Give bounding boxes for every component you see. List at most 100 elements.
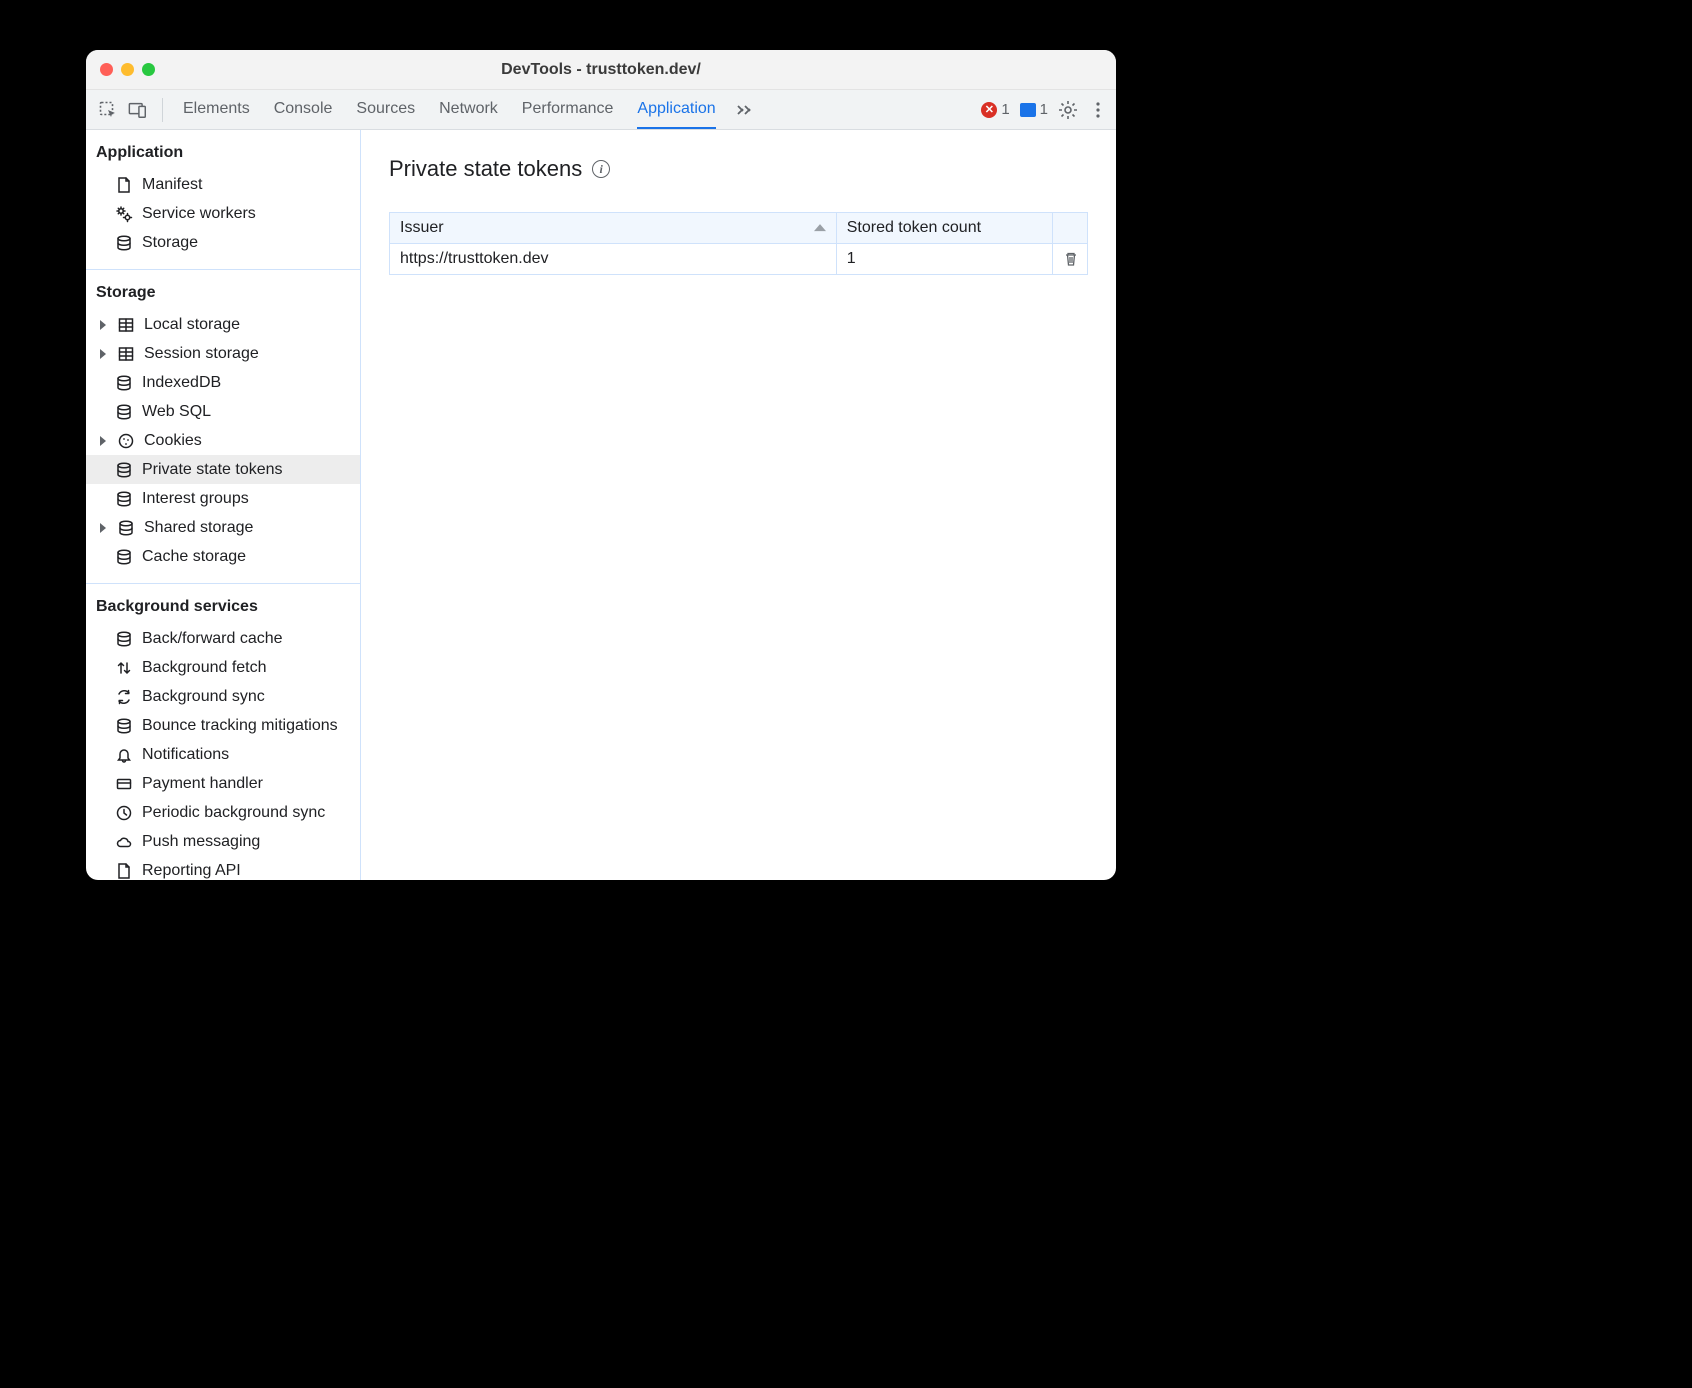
sidebar-item-label: Shared storage xyxy=(144,519,253,537)
content-heading: Private state tokens xyxy=(389,156,582,182)
sidebar-item-label: Web SQL xyxy=(142,403,211,421)
sidebar-item-label: Background fetch xyxy=(142,659,267,677)
arrows-updown-icon xyxy=(114,658,134,678)
tab-elements[interactable]: Elements xyxy=(183,90,250,129)
table-icon xyxy=(116,315,136,335)
sidebar-item-label: Background sync xyxy=(142,688,265,706)
database-icon xyxy=(116,518,136,538)
sidebar-item-indexeddb[interactable]: IndexedDB xyxy=(86,368,360,397)
section-title: Storage xyxy=(86,284,360,310)
table-row[interactable]: https://trusttoken.dev1 xyxy=(390,244,1088,275)
section-title: Application xyxy=(86,144,360,170)
sidebar-item-label: Cookies xyxy=(144,432,202,450)
database-icon xyxy=(114,547,134,567)
sidebar-item-label: Push messaging xyxy=(142,833,260,851)
tab-network[interactable]: Network xyxy=(439,90,498,129)
database-icon xyxy=(114,402,134,422)
sidebar-item-web-sql[interactable]: Web SQL xyxy=(86,397,360,426)
cell-count: 1 xyxy=(836,244,1052,275)
message-icon xyxy=(1020,103,1036,117)
sidebar-item-label: Manifest xyxy=(142,176,202,194)
more-menu-icon[interactable] xyxy=(1088,100,1108,120)
table-icon xyxy=(116,344,136,364)
more-tabs-icon[interactable] xyxy=(734,100,754,120)
sidebar-item-service-workers[interactable]: Service workers xyxy=(86,199,360,228)
sidebar-item-label: Periodic background sync xyxy=(142,804,325,822)
sidebar-item-periodic-background-sync[interactable]: Periodic background sync xyxy=(86,798,360,827)
clock-icon xyxy=(114,803,134,823)
database-icon xyxy=(114,460,134,480)
sidebar-item-manifest[interactable]: Manifest xyxy=(86,170,360,199)
database-icon xyxy=(114,489,134,509)
sidebar-item-background-sync[interactable]: Background sync xyxy=(86,682,360,711)
info-icon[interactable]: i xyxy=(592,160,610,178)
sidebar-item-cookies[interactable]: Cookies xyxy=(86,426,360,455)
sidebar-item-label: Session storage xyxy=(144,345,259,363)
sidebar-item-label: IndexedDB xyxy=(142,374,221,392)
sidebar-item-label: Local storage xyxy=(144,316,240,334)
main-toolbar: Elements Console Sources Network Performance… xyxy=(86,90,1116,130)
cell-actions xyxy=(1053,244,1088,275)
cookie-icon xyxy=(116,431,136,451)
sidebar-item-label: Interest groups xyxy=(142,490,249,508)
sidebar-item-payment-handler[interactable]: Payment handler xyxy=(86,769,360,798)
sidebar-item-back-forward-cache[interactable]: Back/forward cache xyxy=(86,624,360,653)
window-title: DevTools - trusttoken.dev/ xyxy=(86,61,1116,79)
device-toolbar-icon[interactable] xyxy=(128,100,148,120)
cell-issuer: https://trusttoken.dev xyxy=(390,244,837,275)
sidebar-item-label: Reporting API xyxy=(142,862,241,880)
sidebar-item-storage[interactable]: Storage xyxy=(86,228,360,257)
caret-icon xyxy=(100,436,106,446)
settings-icon[interactable] xyxy=(1058,100,1078,120)
errors-count: 1 xyxy=(1001,101,1009,118)
tab-sources[interactable]: Sources xyxy=(356,90,415,129)
delete-icon[interactable] xyxy=(1063,251,1077,267)
gears-icon xyxy=(114,204,134,224)
sidebar-item-bounce-tracking-mitigations[interactable]: Bounce tracking mitigations xyxy=(86,711,360,740)
titlebar: DevTools - trusttoken.dev/ xyxy=(86,50,1116,90)
messages-badge[interactable]: 1 xyxy=(1020,101,1048,118)
sidebar-item-label: Cache storage xyxy=(142,548,246,566)
messages-count: 1 xyxy=(1040,101,1048,118)
sidebar-item-interest-groups[interactable]: Interest groups xyxy=(86,484,360,513)
errors-badge[interactable]: ✕ 1 xyxy=(981,101,1009,118)
sidebar-item-session-storage[interactable]: Session storage xyxy=(86,339,360,368)
sidebar-item-label: Back/forward cache xyxy=(142,630,283,648)
tokens-table: Issuer Stored token count https://trustt… xyxy=(389,212,1088,275)
sidebar-item-push-messaging[interactable]: Push messaging xyxy=(86,827,360,856)
sync-icon xyxy=(114,687,134,707)
tab-application[interactable]: Application xyxy=(637,90,715,129)
database-icon xyxy=(114,233,134,253)
sidebar-item-notifications[interactable]: Notifications xyxy=(86,740,360,769)
sidebar-item-label: Payment handler xyxy=(142,775,263,793)
sidebar-item-label: Bounce tracking mitigations xyxy=(142,717,338,735)
content-pane: Private state tokens i Issuer Stored tok… xyxy=(361,130,1116,880)
sidebar-item-private-state-tokens[interactable]: Private state tokens xyxy=(86,455,360,484)
database-icon xyxy=(114,373,134,393)
sidebar-item-local-storage[interactable]: Local storage xyxy=(86,310,360,339)
sidebar-item-background-fetch[interactable]: Background fetch xyxy=(86,653,360,682)
devtools-window: DevTools - trusttoken.dev/ Elements Conso… xyxy=(86,50,1116,880)
sidebar-item-label: Storage xyxy=(142,234,198,252)
sidebar-item-label: Service workers xyxy=(142,205,256,223)
error-icon: ✕ xyxy=(981,102,997,118)
file-icon xyxy=(114,861,134,881)
caret-icon xyxy=(100,349,106,359)
inspect-element-icon[interactable] xyxy=(98,100,118,120)
tab-console[interactable]: Console xyxy=(274,90,333,129)
column-header-issuer[interactable]: Issuer xyxy=(390,213,837,244)
tab-performance[interactable]: Performance xyxy=(522,90,614,129)
caret-icon xyxy=(100,523,106,533)
database-icon xyxy=(114,629,134,649)
sidebar-item-shared-storage[interactable]: Shared storage xyxy=(86,513,360,542)
bell-icon xyxy=(114,745,134,765)
sidebar-item-cache-storage[interactable]: Cache storage xyxy=(86,542,360,571)
sidebar-item-reporting-api[interactable]: Reporting API xyxy=(86,856,360,880)
cloud-icon xyxy=(114,832,134,852)
column-header-actions xyxy=(1053,213,1088,244)
sidebar: Application Manifest Service workers Storag… xyxy=(86,130,361,880)
sort-ascending-icon xyxy=(814,224,826,231)
sidebar-item-label: Notifications xyxy=(142,746,229,764)
card-icon xyxy=(114,774,134,794)
column-header-count[interactable]: Stored token count xyxy=(836,213,1052,244)
